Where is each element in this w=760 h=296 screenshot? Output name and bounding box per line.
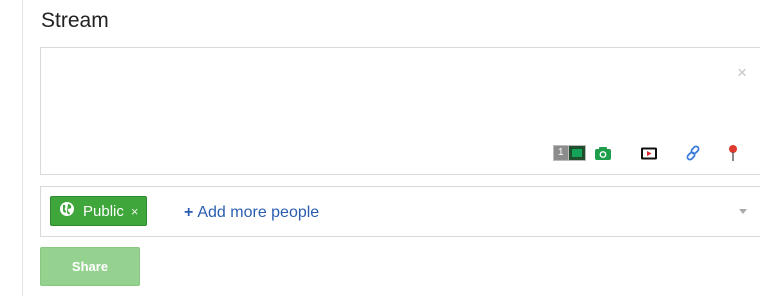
page: Stream × 1 Public × + Add more people Sh… (0, 0, 760, 296)
location-pin-icon[interactable] (722, 144, 744, 162)
chevron-down-icon[interactable] (739, 209, 747, 214)
left-divider (22, 0, 23, 296)
public-chip[interactable]: Public × (50, 196, 148, 226)
link-icon[interactable] (682, 144, 704, 162)
video-icon[interactable] (638, 144, 660, 162)
remove-chip-icon[interactable]: × (131, 204, 139, 219)
globe-icon (59, 201, 75, 221)
add-more-people-label: Add more people (197, 204, 320, 221)
add-more-people-link[interactable]: + Add more people (184, 204, 319, 222)
page-title: Stream (41, 9, 109, 32)
photo-thumbnail-icon (568, 145, 586, 161)
audience-selector[interactable]: Public × + Add more people (40, 186, 760, 237)
public-chip-label: Public (83, 202, 124, 220)
share-button[interactable]: Share (40, 247, 140, 286)
photo-count: 1 (553, 145, 569, 161)
attachment-toolbar: 1 (553, 144, 744, 162)
camera-icon[interactable] (592, 144, 614, 162)
close-icon[interactable]: × (737, 64, 747, 81)
photo-counter: 1 (553, 145, 586, 161)
post-compose-area[interactable]: × 1 (40, 47, 760, 175)
plus-icon: + (184, 204, 194, 221)
